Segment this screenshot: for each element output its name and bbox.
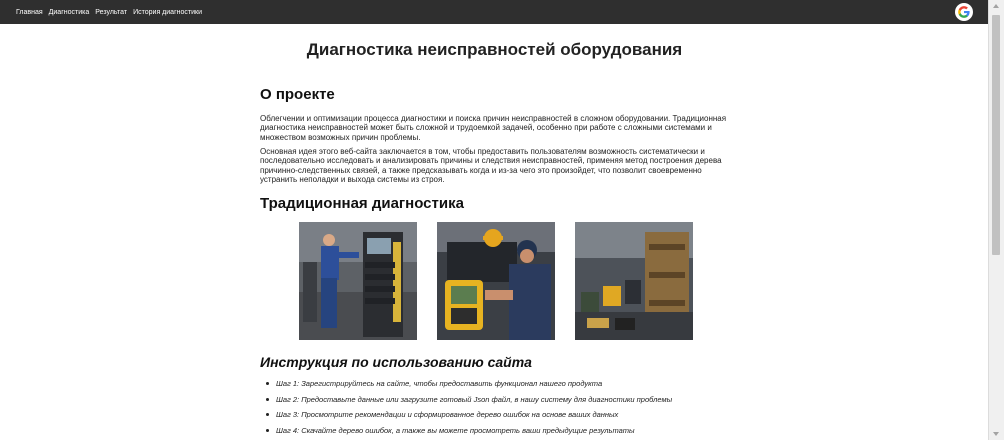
google-icon	[958, 6, 970, 18]
instruction-step: Шаг 1: Зарегистрируйтесь на сайте, чтобы…	[266, 376, 836, 392]
top-navbar: Главная Диагностика Результат История ди…	[0, 0, 989, 24]
page-title: Диагностика неисправностей оборудования	[306, 40, 683, 59]
nav-link-result[interactable]: Результат	[95, 9, 127, 16]
scroll-down-arrow-icon[interactable]	[993, 432, 999, 436]
nav-link-diagnostics[interactable]: Диагностика	[49, 9, 90, 16]
google-login-button[interactable]	[955, 3, 973, 21]
photo-mechanic-scanner	[437, 222, 555, 340]
about-paragraph-2: Основная идея этого веб-сайта заключаетс…	[260, 147, 722, 184]
photo-workshop-bench	[575, 222, 693, 340]
instruction-step: Шаг 4: Скачайте дерево ошибок, а также в…	[266, 423, 836, 439]
traditional-heading: Традиционная диагностика	[260, 195, 464, 212]
instruction-step: Шаг 3: Просмотрите рекомендации и сформи…	[266, 407, 836, 423]
instruction-step: Шаг 2: Предоставьте данные или загрузите…	[266, 392, 836, 408]
instructions-heading: Инструкция по использованию сайта	[260, 354, 532, 370]
main-nav: Главная Диагностика Результат История ди…	[16, 9, 208, 16]
nav-link-home[interactable]: Главная	[16, 9, 43, 16]
about-paragraph-1: Облегчении и оптимизации процесса диагно…	[260, 114, 727, 142]
photo-gallery	[299, 222, 693, 340]
scroll-up-arrow-icon[interactable]	[993, 4, 999, 8]
vertical-scrollbar[interactable]	[988, 0, 1004, 440]
instruction-steps: Шаг 1: Зарегистрируйтесь на сайте, чтобы…	[266, 376, 836, 439]
main-content: Диагностика неисправностей оборудования …	[0, 24, 989, 440]
about-heading: О проекте	[260, 86, 335, 103]
photo-technician-cart	[299, 222, 417, 340]
nav-link-history[interactable]: История диагностики	[133, 9, 202, 16]
scrollbar-thumb[interactable]	[992, 15, 1000, 255]
